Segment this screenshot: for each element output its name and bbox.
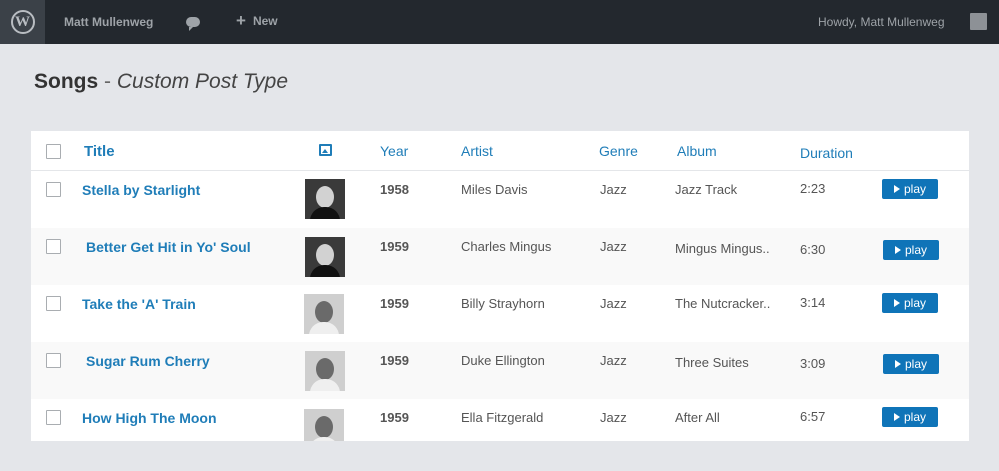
song-year: 1959 <box>380 410 409 425</box>
song-artist: Billy Strayhorn <box>461 296 545 311</box>
song-genre: Jazz <box>600 182 627 197</box>
song-title-link[interactable]: Better Get Hit in Yo' Soul <box>86 239 251 255</box>
table-row: How High The Moon 1959 Ella Fitzgerald J… <box>31 399 969 441</box>
column-header-artist[interactable]: Artist <box>461 143 493 159</box>
play-icon <box>893 299 900 307</box>
row-checkbox[interactable] <box>46 182 61 197</box>
song-duration: 3:14 <box>800 295 826 310</box>
image-icon <box>319 144 332 156</box>
song-genre: Jazz <box>600 296 627 311</box>
table-row: Sugar Rum Cherry 1959 Duke Ellington Jaz… <box>31 342 969 399</box>
song-album: After All <box>675 410 720 425</box>
play-label: play <box>903 182 926 196</box>
play-icon <box>893 185 900 193</box>
plus-icon: + <box>236 11 246 30</box>
select-all-checkbox[interactable] <box>46 144 61 159</box>
song-title-link[interactable]: Stella by Starlight <box>82 182 200 198</box>
column-header-year[interactable]: Year <box>380 143 408 159</box>
song-year: 1959 <box>380 239 409 254</box>
song-genre: Jazz <box>600 239 627 254</box>
page-title-separator: - <box>104 70 112 93</box>
comments-icon[interactable] <box>186 17 200 31</box>
song-artist: Charles Mingus <box>461 239 552 254</box>
song-album: Three Suites <box>675 355 749 370</box>
song-title-link[interactable]: Sugar Rum Cherry <box>86 353 210 369</box>
row-checkbox[interactable] <box>46 239 61 254</box>
table-row: Better Get Hit in Yo' Soul 1959 Charles … <box>31 228 969 285</box>
play-button[interactable]: play <box>882 293 938 313</box>
site-name-link[interactable]: Matt Mullenweg <box>64 15 153 29</box>
song-duration: 2:23 <box>800 181 826 196</box>
play-icon <box>894 246 901 254</box>
play-label: play <box>904 243 927 257</box>
row-checkbox[interactable] <box>46 410 61 425</box>
song-artist: Ella Fitzgerald <box>461 410 544 425</box>
column-header-genre[interactable]: Genre <box>599 143 638 159</box>
song-genre: Jazz <box>600 410 627 425</box>
song-album: Mingus Mingus.. <box>675 241 770 256</box>
page-title-main: Songs <box>34 70 99 93</box>
song-year: 1959 <box>380 353 409 368</box>
play-button[interactable]: play <box>882 407 938 427</box>
song-artist: Duke Ellington <box>461 353 545 368</box>
play-button[interactable]: play <box>882 179 938 199</box>
play-label: play <box>903 296 926 310</box>
user-avatar[interactable] <box>970 13 987 30</box>
song-title-link[interactable]: Take the 'A' Train <box>82 296 196 312</box>
table-row: Take the 'A' Train 1959 Billy Strayhorn … <box>31 285 969 342</box>
album-thumbnail <box>305 351 345 391</box>
song-duration: 6:30 <box>800 242 826 257</box>
song-duration: 3:09 <box>800 356 826 371</box>
song-duration: 6:57 <box>800 409 826 424</box>
song-album: The Nutcracker.. <box>675 296 771 311</box>
play-button[interactable]: play <box>883 354 939 374</box>
album-thumbnail <box>304 409 344 441</box>
album-thumbnail <box>305 179 345 219</box>
wordpress-logo-button[interactable]: W <box>0 0 45 44</box>
song-artist: Miles Davis <box>461 182 528 197</box>
song-genre: Jazz <box>600 353 627 368</box>
table-header: Title Year Artist Genre Album Duration <box>31 131 969 171</box>
album-thumbnail <box>304 294 344 334</box>
new-content-button[interactable]: + New <box>236 11 278 30</box>
song-album: Jazz Track <box>675 182 738 197</box>
play-button[interactable]: play <box>883 240 939 260</box>
column-header-title[interactable]: Title <box>84 143 115 160</box>
song-title-link[interactable]: How High The Moon <box>82 410 217 426</box>
play-icon <box>893 413 900 421</box>
row-checkbox[interactable] <box>46 353 61 368</box>
play-label: play <box>904 357 927 371</box>
page-subtitle: Custom Post Type <box>116 70 289 93</box>
play-icon <box>894 360 901 368</box>
howdy-user-link[interactable]: Howdy, Matt Mullenweg <box>818 15 945 29</box>
wordpress-logo-icon: W <box>10 10 35 34</box>
album-thumbnail <box>305 237 345 277</box>
song-year: 1959 <box>380 296 409 311</box>
song-year: 1958 <box>380 182 409 197</box>
new-content-label: New <box>252 14 278 28</box>
play-label: play <box>903 410 926 424</box>
column-header-album[interactable]: Album <box>677 143 717 159</box>
admin-bar: W Matt Mullenweg + New Howdy, Matt Mulle… <box>0 0 999 44</box>
column-header-duration[interactable]: Duration <box>800 145 853 161</box>
songs-table: Title Year Artist Genre Album Duration S… <box>31 131 969 441</box>
page-title: Songs - Custom Post Type <box>34 70 288 94</box>
table-row: Stella by Starlight 1958 Miles Davis Jaz… <box>31 171 969 228</box>
row-checkbox[interactable] <box>46 296 61 311</box>
